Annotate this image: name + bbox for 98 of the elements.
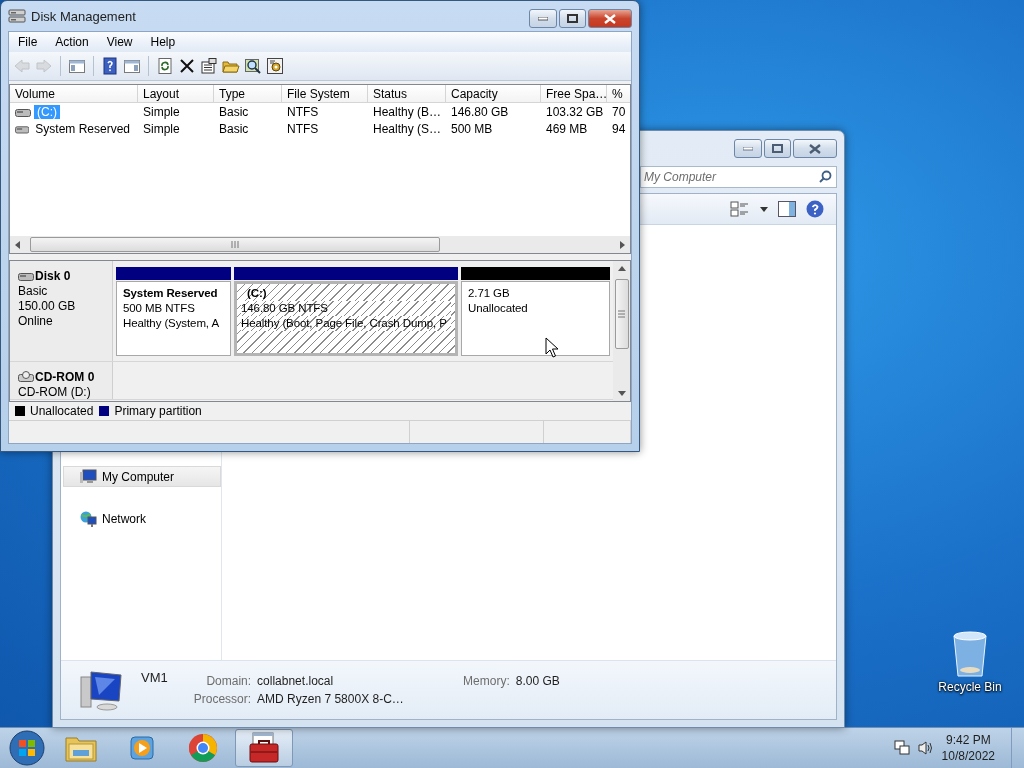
help-icon[interactable] xyxy=(806,200,824,218)
column-header[interactable]: Layout xyxy=(138,85,214,103)
refresh-icon[interactable] xyxy=(156,57,174,75)
nav-item[interactable]: My Computer xyxy=(63,466,221,487)
table-cell: NTFS xyxy=(287,121,319,136)
properties-icon[interactable] xyxy=(200,57,218,75)
table-cell: 146.80 GB xyxy=(451,104,509,119)
preview-pane-icon[interactable] xyxy=(778,201,796,217)
taskbar-button[interactable] xyxy=(235,729,293,767)
caret-icon[interactable] xyxy=(760,206,768,212)
browser-icon xyxy=(188,733,218,763)
disk-detail: Online xyxy=(18,314,54,328)
table-cell: Basic xyxy=(219,121,249,136)
view-options-icon[interactable] xyxy=(730,201,750,217)
partition-detail: Healthy (Boot, Page File, Crash Dump, P xyxy=(241,316,451,331)
delete-icon[interactable] xyxy=(178,57,196,75)
table-cell: 70 xyxy=(612,104,626,119)
table-cell: Simple xyxy=(143,104,180,119)
table-cell: 103.32 GB xyxy=(546,104,604,119)
table-cell: 469 MB xyxy=(546,121,588,136)
partition-detail: 146.80 GB NTFS xyxy=(241,301,451,316)
field-value: 8.00 GB xyxy=(515,674,560,688)
close-icon xyxy=(809,143,821,154)
maximize-icon xyxy=(772,144,783,153)
scroll-up-icon[interactable] xyxy=(617,265,626,273)
volume-icon[interactable] xyxy=(917,740,934,756)
legend-label: Unallocated xyxy=(30,403,94,418)
cd-drive-icon xyxy=(18,371,34,383)
menu-item[interactable]: Action xyxy=(46,35,98,49)
folder-icon xyxy=(65,734,97,762)
drive-icon xyxy=(18,270,34,282)
grip-icon xyxy=(231,241,239,248)
field-label: Domain: xyxy=(205,674,252,688)
column-header[interactable]: Capacity xyxy=(446,85,541,103)
maximize-button[interactable] xyxy=(559,9,586,28)
magnifier-icon[interactable] xyxy=(244,57,262,75)
table-cell[interactable]: System Reserved xyxy=(32,121,133,136)
scroll-left-icon[interactable] xyxy=(14,240,22,249)
table-cell: Simple xyxy=(143,121,180,136)
field-value: collabnet.local xyxy=(257,674,335,688)
network-icon xyxy=(80,510,97,527)
maximize-icon xyxy=(567,14,578,23)
disk-detail: CD-ROM (D:) xyxy=(18,385,92,399)
nav-item[interactable]: Network xyxy=(63,508,221,529)
icon-label: Recycle Bin xyxy=(938,680,1002,694)
computer-icon xyxy=(80,469,97,484)
menu-item[interactable]: Help xyxy=(141,35,185,49)
table-cell: 94 xyxy=(612,121,626,136)
table-cell: NTFS xyxy=(287,104,319,119)
media-player-icon xyxy=(128,734,156,762)
table-cell: Healthy (B… xyxy=(373,104,442,119)
disk-detail: Basic xyxy=(18,284,49,298)
column-header[interactable]: Free Spa… xyxy=(541,85,607,103)
minimize-icon xyxy=(538,16,548,21)
close-icon xyxy=(604,13,616,24)
disk-name: Disk 0 xyxy=(35,269,71,283)
menu-item[interactable]: View xyxy=(97,35,142,49)
minimize-button[interactable] xyxy=(734,139,762,158)
scroll-right-icon[interactable] xyxy=(618,240,626,249)
vertical-scrollbar[interactable] xyxy=(613,261,630,401)
legend-label: Primary partition xyxy=(114,403,202,418)
settings-icon[interactable] xyxy=(266,57,284,75)
table-cell: 500 MB xyxy=(451,121,493,136)
partition-name: System Reserved xyxy=(123,286,219,301)
partition-name: (C:) xyxy=(246,286,268,301)
disk-name: CD-ROM 0 xyxy=(35,370,95,384)
menu-item[interactable]: File xyxy=(9,35,47,49)
scroll-down-icon[interactable] xyxy=(617,389,626,397)
computer-icon xyxy=(79,669,123,711)
help-icon[interactable] xyxy=(101,57,119,75)
clock[interactable]: 9:42 PM 10/8/2022 xyxy=(941,732,995,764)
column-header[interactable]: Volume xyxy=(10,85,138,103)
table-cell: Healthy (S… xyxy=(373,121,442,136)
table-cell: Basic xyxy=(219,104,249,119)
field-label: Memory: xyxy=(463,674,510,688)
panel-icon[interactable] xyxy=(68,57,86,75)
recycle-bin-icon[interactable] xyxy=(950,630,990,678)
network-icon[interactable] xyxy=(893,740,910,756)
column-header[interactable]: Status xyxy=(368,85,446,103)
disk-detail: 150.00 GB xyxy=(18,299,77,313)
search-icon[interactable] xyxy=(819,170,832,183)
column-header[interactable]: Type xyxy=(214,85,282,103)
grip-icon xyxy=(618,310,625,318)
mouse-pointer-icon xyxy=(545,337,559,359)
search-field[interactable]: My Computer xyxy=(640,166,837,188)
computer-name: VM1 xyxy=(141,670,168,685)
field-value: AMD Ryzen 7 5800X 8-C… xyxy=(257,692,405,706)
maximize-button[interactable] xyxy=(764,139,791,158)
window-title: Disk Management xyxy=(31,8,136,24)
horizontal-scrollbar[interactable] xyxy=(10,236,630,253)
close-button[interactable] xyxy=(588,9,632,28)
toolbox-icon xyxy=(247,732,281,764)
field-label: Processor: xyxy=(193,692,252,706)
column-header[interactable]: File System xyxy=(282,85,368,103)
minimize-icon xyxy=(743,146,753,151)
panel-icon[interactable] xyxy=(123,57,141,75)
close-button[interactable] xyxy=(793,139,837,158)
disk-icon xyxy=(8,8,26,24)
